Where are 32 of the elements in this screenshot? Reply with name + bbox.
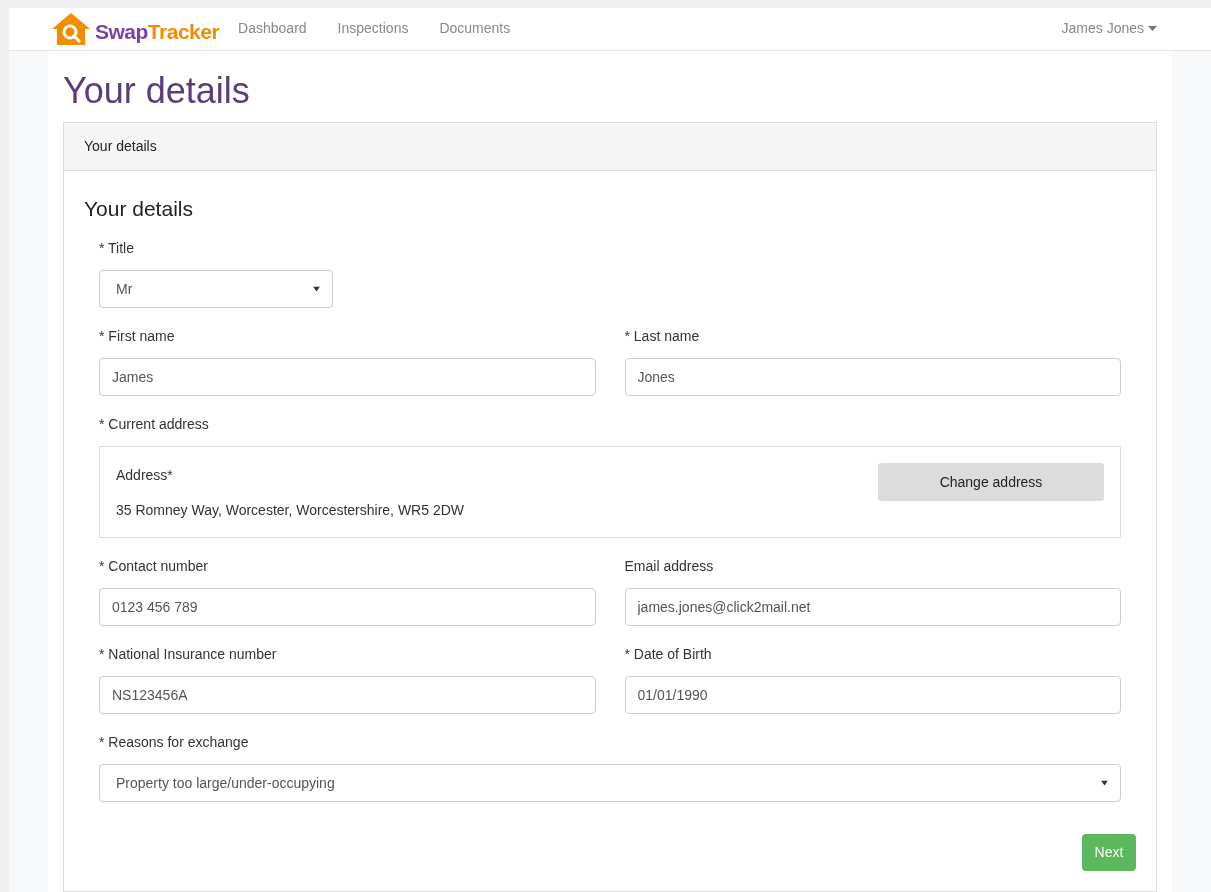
text-field[interactable]: james.jones@click2mail.net — [624, 588, 1121, 626]
field-label: * First name — [99, 327, 175, 346]
nav-link[interactable]: Inspections — [337, 18, 409, 40]
field-label: * Contact number — [99, 557, 208, 576]
field-label: * National Insurance number — [99, 645, 277, 664]
address-caption: Address* — [116, 466, 173, 485]
select-field[interactable]: Mr — [99, 270, 333, 308]
panel-header-title: Your details — [84, 136, 157, 156]
page-title: Your details — [63, 68, 250, 113]
caret-icon — [1101, 780, 1108, 786]
caret-icon — [313, 286, 320, 292]
field-label: * Date of Birth — [624, 645, 712, 664]
logo-text: SwapTracker — [95, 19, 220, 45]
caret-icon — [1148, 26, 1157, 32]
field-label: * Reasons for exchange — [99, 733, 249, 752]
house-search-icon — [51, 11, 91, 46]
field-label: * Title — [99, 239, 134, 258]
text-field[interactable]: Jones — [624, 358, 1121, 396]
text-field[interactable]: 01/01/1990 — [624, 676, 1121, 714]
address-text: 35 Romney Way, Worcester, Worcestershire, WR5 2DW — [116, 501, 464, 520]
nav-link[interactable]: Dashboard — [238, 18, 307, 40]
select-field[interactable]: Property too large/under-occupying — [99, 764, 1121, 802]
change-address-button[interactable]: Change address — [878, 463, 1104, 501]
text-field[interactable]: James — [99, 358, 596, 396]
field-label: Email address — [624, 557, 714, 576]
field-label: * Current address — [99, 415, 209, 434]
nav-link[interactable]: Documents — [439, 18, 511, 40]
field-label: * Last name — [624, 327, 700, 346]
text-field[interactable]: NS123456A — [99, 676, 596, 714]
user-menu[interactable]: James Jones — [1061, 18, 1157, 40]
text-field[interactable]: 0123 456 789 — [99, 588, 596, 626]
section-heading: Your details — [84, 195, 193, 222]
